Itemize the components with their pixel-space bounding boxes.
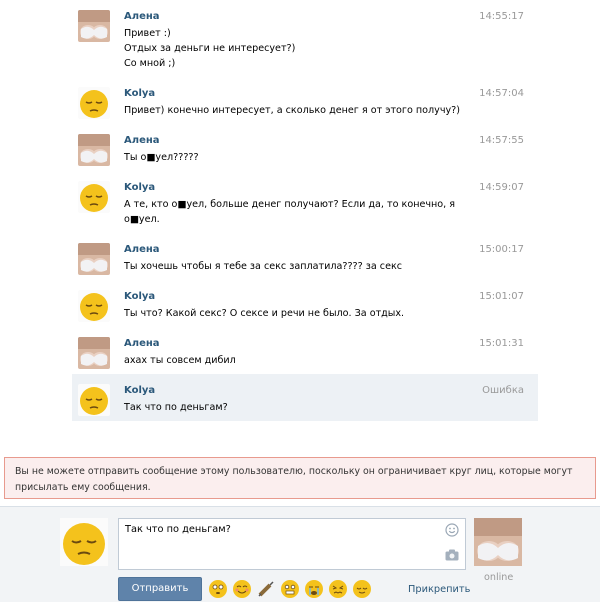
message-history: Алена 14:55:17 Привет :) Отдых за деньги… — [72, 0, 538, 421]
message-author[interactable]: Алена — [124, 134, 524, 148]
message-text: Ты что? Какой секс? О сексе и речи не бы… — [124, 308, 405, 319]
send-button[interactable]: Отправить — [118, 577, 202, 601]
alena-avatar[interactable] — [78, 243, 110, 275]
alena-avatar[interactable] — [78, 134, 110, 166]
message-time: 15:00:17 — [479, 244, 524, 255]
compose-panel: Так что по деньгам? online Отправить При… — [0, 506, 600, 602]
message-item[interactable]: Алена 15:00:17 Ты хочешь чтобы я тебе за… — [72, 233, 538, 280]
message-text: Ты хочешь чтобы я тебе за секс заплатила… — [124, 261, 403, 272]
message-author[interactable]: Kolya — [124, 290, 524, 304]
kolya-avatar[interactable] — [78, 181, 110, 213]
kolya-avatar[interactable] — [78, 87, 110, 119]
recipient-avatar[interactable] — [474, 518, 522, 566]
message-text: А те, кто о■уел, больше денег получают? … — [124, 199, 456, 225]
attach-link[interactable]: Прикрепить — [408, 584, 470, 595]
message-author[interactable]: Kolya — [124, 384, 524, 398]
message-item-failed[interactable]: Kolya Ошибка Так что по деньгам? — [72, 374, 538, 421]
message-error-status: Ошибка — [482, 385, 524, 396]
confounded-emoji-icon[interactable] — [328, 579, 348, 599]
message-item[interactable]: Kolya 14:57:04 Привет) конечно интересуе… — [72, 77, 538, 124]
smile-icon[interactable] — [445, 523, 459, 537]
sob-emoji-icon[interactable] — [304, 579, 324, 599]
message-author[interactable]: Алена — [124, 10, 524, 24]
my-avatar[interactable] — [60, 518, 108, 566]
relieved-emoji-icon[interactable] — [352, 579, 372, 599]
message-time: 15:01:31 — [479, 338, 524, 349]
grimace-emoji-icon[interactable] — [280, 579, 300, 599]
message-text: Ты о■уел????? — [124, 152, 199, 163]
message-time: 14:59:07 — [479, 182, 524, 193]
alena-avatar[interactable] — [78, 337, 110, 369]
message-text: Привет :) Отдых за деньги не интересует?… — [124, 28, 296, 69]
blush-emoji-icon[interactable] — [232, 579, 252, 599]
message-text: Так что по деньгам? — [124, 402, 228, 413]
message-item[interactable]: Алена 14:55:17 Привет :) Отдых за деньги… — [72, 0, 538, 77]
send-error-text: Вы не можете отправить сообщение этому п… — [15, 466, 573, 493]
kolya-avatar[interactable] — [78, 384, 110, 416]
message-time: 14:57:55 — [479, 135, 524, 146]
message-author[interactable]: Kolya — [124, 87, 524, 101]
message-author[interactable]: Алена — [124, 337, 524, 351]
message-input[interactable]: Так что по деньгам? — [118, 518, 466, 570]
message-author[interactable]: Алена — [124, 243, 524, 257]
message-text: Привет) конечно интересует, а сколько де… — [124, 105, 461, 116]
message-item[interactable]: Алена 15:01:31 ахах ты совсем дибил — [72, 327, 538, 374]
message-item[interactable]: Алена 14:57:55 Ты о■уел????? — [72, 124, 538, 171]
camera-icon[interactable] — [445, 549, 459, 561]
online-status: online — [484, 572, 514, 583]
flushed-emoji-icon[interactable] — [208, 579, 228, 599]
message-item[interactable]: Kolya 15:01:07 Ты что? Какой секс? О сек… — [72, 280, 538, 327]
send-error-notice: Вы не можете отправить сообщение этому п… — [4, 457, 596, 499]
message-time: 14:57:04 — [479, 88, 524, 99]
message-time: 14:55:17 — [479, 11, 524, 22]
message-item[interactable]: Kolya 14:59:07 А те, кто о■уел, больше д… — [72, 171, 538, 233]
alena-avatar[interactable] — [78, 10, 110, 42]
emoji-bar — [208, 579, 372, 599]
message-author[interactable]: Kolya — [124, 181, 524, 195]
message-time: 15:01:07 — [479, 291, 524, 302]
kolya-avatar[interactable] — [78, 290, 110, 322]
syringe-emoji-icon[interactable] — [256, 579, 276, 599]
message-text: ахах ты совсем дибил — [124, 355, 236, 366]
